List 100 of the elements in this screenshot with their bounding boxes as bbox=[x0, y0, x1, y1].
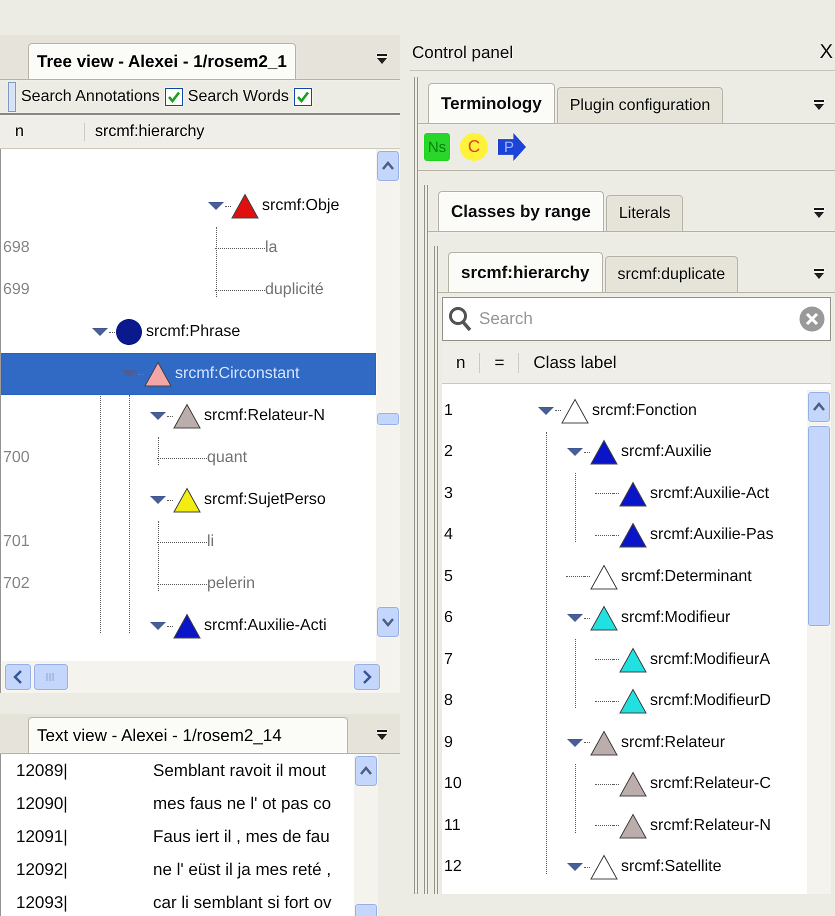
panel-tab[interactable]: srcmf:duplicate bbox=[604, 256, 738, 292]
tree-row[interactable]: 1 srcmf:Fonction bbox=[442, 390, 807, 432]
column-header[interactable]: n bbox=[442, 353, 480, 373]
row-number: 10 bbox=[443, 775, 463, 794]
node-label: srcmf:Phrase bbox=[146, 323, 240, 341]
triangle-icon bbox=[173, 403, 201, 429]
tree-row[interactable]: 4 srcmf:Auxilie-Pas bbox=[442, 514, 807, 556]
text-line: mes faus ne l' ot pas co bbox=[153, 794, 332, 814]
clear-icon[interactable] bbox=[799, 306, 825, 332]
checkbox-label: Search Annotations bbox=[21, 88, 160, 106]
tree-row[interactable]: 6 srcmf:Modifieur bbox=[442, 598, 807, 639]
panel-tab[interactable]: Plugin configuration bbox=[556, 87, 724, 123]
tool-button[interactable]: P bbox=[498, 133, 526, 161]
scroll-left-button[interactable] bbox=[5, 664, 31, 690]
tree-row[interactable]: srcmf:Relateur-N bbox=[1, 395, 376, 437]
node-label: srcmf:Relateur-C bbox=[650, 775, 771, 794]
tree-row[interactable]: 7 srcmf:ModifieurA bbox=[442, 639, 807, 680]
tab-list-icon[interactable] bbox=[376, 729, 388, 741]
tree-row[interactable]: srcmf:SujetPerso bbox=[1, 479, 376, 521]
checkbox[interactable] bbox=[294, 88, 312, 106]
row-number: 701 bbox=[2, 533, 31, 551]
triangle-icon bbox=[231, 193, 259, 219]
tree-row[interactable]: 8 srcmf:ModifieurD bbox=[442, 680, 807, 722]
node-label: srcmf:Auxilie-Acti bbox=[204, 617, 327, 635]
scroll-right-button[interactable] bbox=[354, 664, 380, 690]
text-line: car li semblant si fort ov bbox=[153, 892, 332, 912]
triangle-icon bbox=[619, 522, 647, 548]
column-header[interactable]: n bbox=[0, 122, 85, 140]
triangle-icon bbox=[590, 564, 618, 590]
tree-row[interactable]: 699 duplicité bbox=[1, 269, 376, 311]
tree-row[interactable]: srcmf:Circonstant bbox=[1, 353, 376, 395]
tab-list-icon[interactable] bbox=[813, 99, 825, 111]
row-number: 11 bbox=[443, 816, 462, 835]
tree-row[interactable]: 5 srcmf:Determinant bbox=[442, 556, 807, 598]
tree-row[interactable]: 11 srcmf:Relateur-N bbox=[442, 805, 807, 846]
node-label: srcmf:Auxilie-Pas bbox=[650, 526, 774, 544]
panel-tab[interactable]: srcmf:hierarchy bbox=[448, 252, 603, 292]
line-number: 12090| bbox=[15, 794, 69, 814]
row-number: 2 bbox=[443, 443, 454, 462]
scroll-thumb[interactable] bbox=[377, 413, 399, 425]
triangle-icon bbox=[619, 646, 647, 673]
line-number: 12092| bbox=[15, 860, 69, 880]
tab-list-icon[interactable] bbox=[813, 268, 825, 280]
tree-row[interactable]: srcmf:Obje bbox=[1, 185, 376, 227]
tree-row[interactable]: 2 srcmf:Auxilie bbox=[442, 432, 807, 473]
triangle-icon bbox=[619, 812, 647, 839]
scroll-thumb[interactable] bbox=[34, 664, 68, 690]
tool-button[interactable]: C bbox=[460, 133, 488, 161]
node-label: srcmf:Relateur-N bbox=[204, 407, 325, 425]
scroll-up-button[interactable] bbox=[377, 151, 399, 181]
panel-tab[interactable]: Tree view - Alexei - 1/rosem2_1 bbox=[28, 43, 296, 79]
scroll-up-button[interactable] bbox=[808, 392, 830, 422]
panel-tab[interactable]: Text view - Alexei - 1/rosem2_14 bbox=[28, 717, 348, 753]
row-number: 3 bbox=[443, 484, 454, 503]
tree-row[interactable]: 3 srcmf:Auxilie-Act bbox=[442, 473, 807, 514]
row-number: 5 bbox=[443, 568, 454, 586]
panel-tab[interactable]: Literals bbox=[606, 195, 684, 231]
panel-handle[interactable] bbox=[8, 82, 16, 112]
row-number: 702 bbox=[2, 575, 31, 593]
row-number: 698 bbox=[2, 239, 31, 257]
tree-row[interactable]: srcmf:Phrase bbox=[1, 311, 376, 353]
tree-row[interactable]: 698 la bbox=[1, 227, 376, 269]
row-number: 700 bbox=[2, 449, 31, 467]
triangle-icon bbox=[590, 854, 618, 880]
word-label: duplicité bbox=[265, 281, 324, 299]
column-header[interactable]: Class label bbox=[519, 353, 631, 373]
scroll-down-button[interactable] bbox=[377, 607, 399, 637]
tree-row[interactable]: 10 srcmf:Relateur-C bbox=[442, 764, 807, 805]
checkbox[interactable] bbox=[164, 88, 183, 106]
row-number: 6 bbox=[443, 609, 454, 628]
tree-row[interactable]: srcmf:Auxilie-Acti bbox=[1, 605, 376, 647]
search-field[interactable]: Search bbox=[442, 297, 831, 341]
tree-row[interactable]: 9 srcmf:Relateur bbox=[442, 722, 807, 764]
node-label: srcmf:Fonction bbox=[592, 402, 697, 420]
tree-row[interactable]: 701 li bbox=[1, 521, 376, 563]
panel-tab[interactable]: Classes by range bbox=[438, 191, 604, 231]
scroll-up-button[interactable] bbox=[355, 756, 377, 786]
tree-row[interactable]: 12 srcmf:Satellite bbox=[442, 846, 807, 888]
tab-list-icon[interactable] bbox=[813, 207, 825, 219]
node-label: srcmf:Relateur-N bbox=[650, 816, 771, 835]
node-label: srcmf:Circonstant bbox=[175, 365, 300, 383]
close-button[interactable]: X bbox=[818, 41, 835, 64]
column-header[interactable]: srcmf:hierarchy bbox=[85, 122, 204, 140]
tree-row[interactable]: 700 quant bbox=[1, 437, 376, 479]
word-label: quant bbox=[207, 449, 248, 467]
panel-tab[interactable]: Terminology bbox=[428, 83, 555, 123]
word-label: pelerin bbox=[207, 575, 256, 593]
triangle-icon bbox=[590, 730, 618, 756]
tree-row[interactable]: 702 pelerin bbox=[1, 563, 376, 605]
triangle-icon bbox=[619, 688, 647, 714]
tab-list-icon[interactable] bbox=[376, 53, 388, 65]
line-number: 12093| bbox=[15, 892, 69, 912]
scroll-thumb[interactable] bbox=[808, 426, 830, 626]
row-number: 9 bbox=[443, 734, 454, 752]
node-label: srcmf:Relateur bbox=[621, 734, 726, 752]
row-number: 12 bbox=[443, 858, 463, 876]
panel-title: Control panel bbox=[412, 42, 514, 62]
text-line: Faus iert il , mes de fau bbox=[153, 826, 330, 846]
line-number: 12091| bbox=[15, 826, 69, 846]
column-header[interactable]: = bbox=[480, 353, 520, 373]
